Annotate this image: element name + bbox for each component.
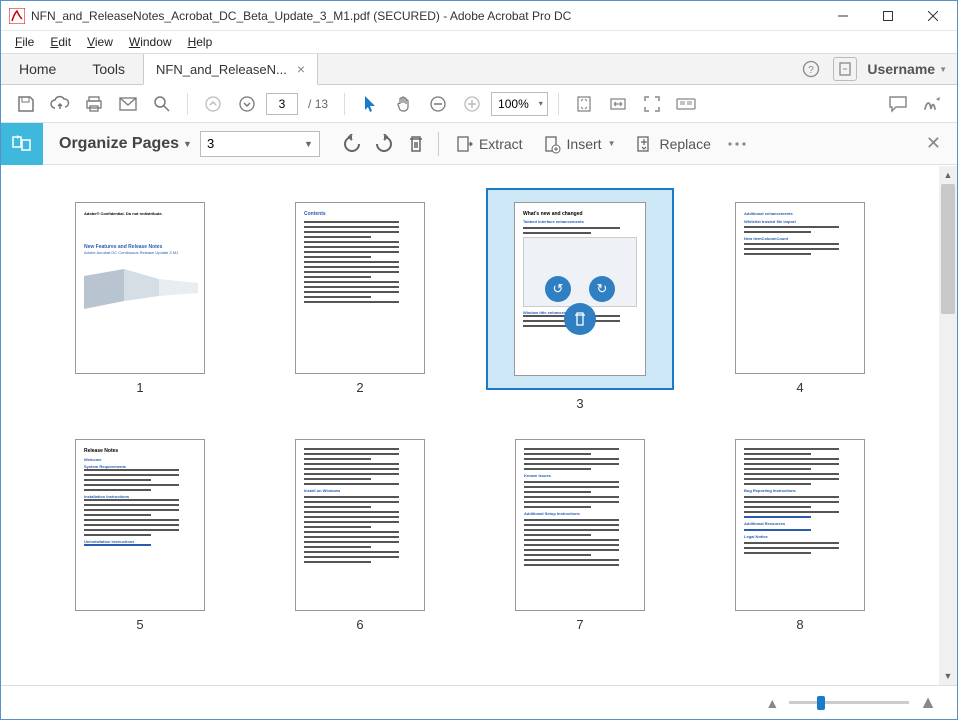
organize-title[interactable]: Organize Pages ▼ — [59, 135, 192, 153]
page-thumbnail[interactable]: Release Notes Welcome System Requirement… — [50, 439, 230, 632]
hand-tool-icon[interactable] — [389, 89, 419, 119]
close-window-button[interactable] — [910, 1, 955, 30]
organize-pages-icon[interactable] — [1, 123, 43, 165]
extract-button[interactable]: Extract — [445, 134, 533, 154]
tab-tools[interactable]: Tools — [74, 54, 143, 84]
comment-icon[interactable] — [883, 89, 913, 119]
menu-file[interactable]: File — [7, 33, 42, 51]
replace-button[interactable]: Replace — [625, 134, 720, 154]
reading-mode-icon[interactable] — [671, 89, 701, 119]
chevron-down-icon: ▼ — [939, 65, 947, 74]
prev-page-icon[interactable] — [198, 89, 228, 119]
fit-page-icon[interactable] — [569, 89, 599, 119]
menu-help[interactable]: Help — [180, 33, 221, 51]
menu-window[interactable]: Window — [121, 33, 180, 51]
acrobat-icon — [9, 8, 25, 24]
maximize-button[interactable] — [865, 1, 910, 30]
scrollbar-thumb[interactable] — [941, 184, 955, 314]
thumb-label: 6 — [356, 617, 363, 632]
username-menu[interactable]: Username ▼ — [867, 61, 947, 77]
save-icon[interactable] — [11, 89, 41, 119]
rotate-right-icon[interactable] — [368, 128, 400, 160]
page-thumbnail[interactable]: Adobe® Confidential. Do not redistribute… — [50, 202, 230, 411]
window-controls — [820, 1, 955, 30]
page-thumbnail[interactable]: Additional enhancements Whitelist truste… — [710, 202, 890, 411]
insert-button[interactable]: Insert ▼ — [533, 134, 626, 154]
vertical-scrollbar[interactable]: ▲ ▼ — [939, 166, 957, 685]
zoom-out-thumbs-icon[interactable]: ▲ — [765, 695, 779, 711]
page-total-label: / 13 — [308, 97, 328, 111]
chevron-down-icon: ▼ — [304, 139, 313, 149]
page-thumbnail[interactable]: Install on Windows 6 — [270, 439, 450, 632]
slider-handle[interactable] — [817, 696, 825, 710]
page-thumbnail-selected[interactable]: What's new and changed Tabbed interface … — [490, 202, 670, 411]
thumb-label: 3 — [576, 396, 583, 411]
rotate-right-overlay-icon[interactable]: ↻ — [589, 276, 615, 302]
next-page-icon[interactable] — [232, 89, 262, 119]
zoom-out-icon[interactable] — [423, 89, 453, 119]
delete-overlay-icon[interactable] — [564, 303, 596, 335]
search-icon[interactable] — [147, 89, 177, 119]
window-title: NFN_and_ReleaseNotes_Acrobat_DC_Beta_Upd… — [31, 9, 820, 23]
chevron-down-icon: ▼ — [183, 139, 192, 149]
menu-bar: File Edit View Window Help — [1, 31, 957, 53]
zoom-level-select[interactable]: 100% — [491, 92, 548, 116]
page-thumbnail[interactable]: Contents 2 — [270, 202, 450, 411]
fullscreen-icon[interactable] — [637, 89, 667, 119]
print-icon[interactable] — [79, 89, 109, 119]
thumbnail-zoom-bar: ▲ ▲ — [1, 685, 957, 719]
page-thumbnail[interactable]: Bug Reporting Instructions Additional Re… — [710, 439, 890, 632]
help-icon[interactable]: ? — [799, 57, 823, 81]
cloud-upload-icon[interactable] — [45, 89, 75, 119]
thumb-label: 4 — [796, 380, 803, 395]
thumb-label: 5 — [136, 617, 143, 632]
tab-current-file[interactable]: NFN_and_ReleaseN... × — [143, 54, 318, 85]
tab-file-label: NFN_and_ReleaseN... — [156, 62, 287, 77]
more-options-icon[interactable] — [721, 128, 753, 160]
thumb-label: 7 — [576, 617, 583, 632]
fit-width-icon[interactable] — [603, 89, 633, 119]
rotate-left-icon[interactable] — [336, 128, 368, 160]
close-tab-icon[interactable]: × — [297, 61, 305, 77]
page-number-input[interactable] — [266, 93, 298, 115]
organize-page-select[interactable]: 3 ▼ — [200, 131, 320, 157]
notification-icon[interactable] — [833, 57, 857, 81]
menu-view[interactable]: View — [79, 33, 121, 51]
thumb-label: 1 — [136, 380, 143, 395]
chevron-down-icon: ▼ — [608, 139, 616, 148]
username-label: Username — [867, 61, 935, 77]
close-panel-icon[interactable]: ✕ — [926, 133, 941, 154]
thumb-label: 2 — [356, 380, 363, 395]
scroll-up-icon[interactable]: ▲ — [939, 166, 957, 184]
select-tool-icon[interactable] — [355, 89, 385, 119]
scroll-down-icon[interactable]: ▼ — [939, 667, 957, 685]
tab-home[interactable]: Home — [1, 54, 74, 84]
title-bar: NFN_and_ReleaseNotes_Acrobat_DC_Beta_Upd… — [1, 1, 957, 31]
thumbnails-area: Adobe® Confidential. Do not redistribute… — [1, 166, 939, 685]
delete-page-icon[interactable] — [400, 128, 432, 160]
menu-edit[interactable]: Edit — [42, 33, 79, 51]
main-toolbar: / 13 100% — [1, 85, 957, 123]
rotate-left-overlay-icon[interactable]: ↺ — [545, 276, 571, 302]
page-thumbnail[interactable]: Known Issues Additional Setup Instructio… — [490, 439, 670, 632]
thumb-label: 8 — [796, 617, 803, 632]
thumb-size-slider[interactable] — [789, 701, 909, 704]
svg-text:?: ? — [809, 65, 815, 76]
organize-toolbar: Organize Pages ▼ 3 ▼ Extract Insert ▼ Re… — [1, 123, 957, 165]
email-icon[interactable] — [113, 89, 143, 119]
document-tabs: Home Tools NFN_and_ReleaseN... × ? Usern… — [1, 53, 957, 85]
zoom-in-icon[interactable] — [457, 89, 487, 119]
minimize-button[interactable] — [820, 1, 865, 30]
sign-icon[interactable] — [917, 89, 947, 119]
zoom-in-thumbs-icon[interactable]: ▲ — [919, 692, 937, 713]
